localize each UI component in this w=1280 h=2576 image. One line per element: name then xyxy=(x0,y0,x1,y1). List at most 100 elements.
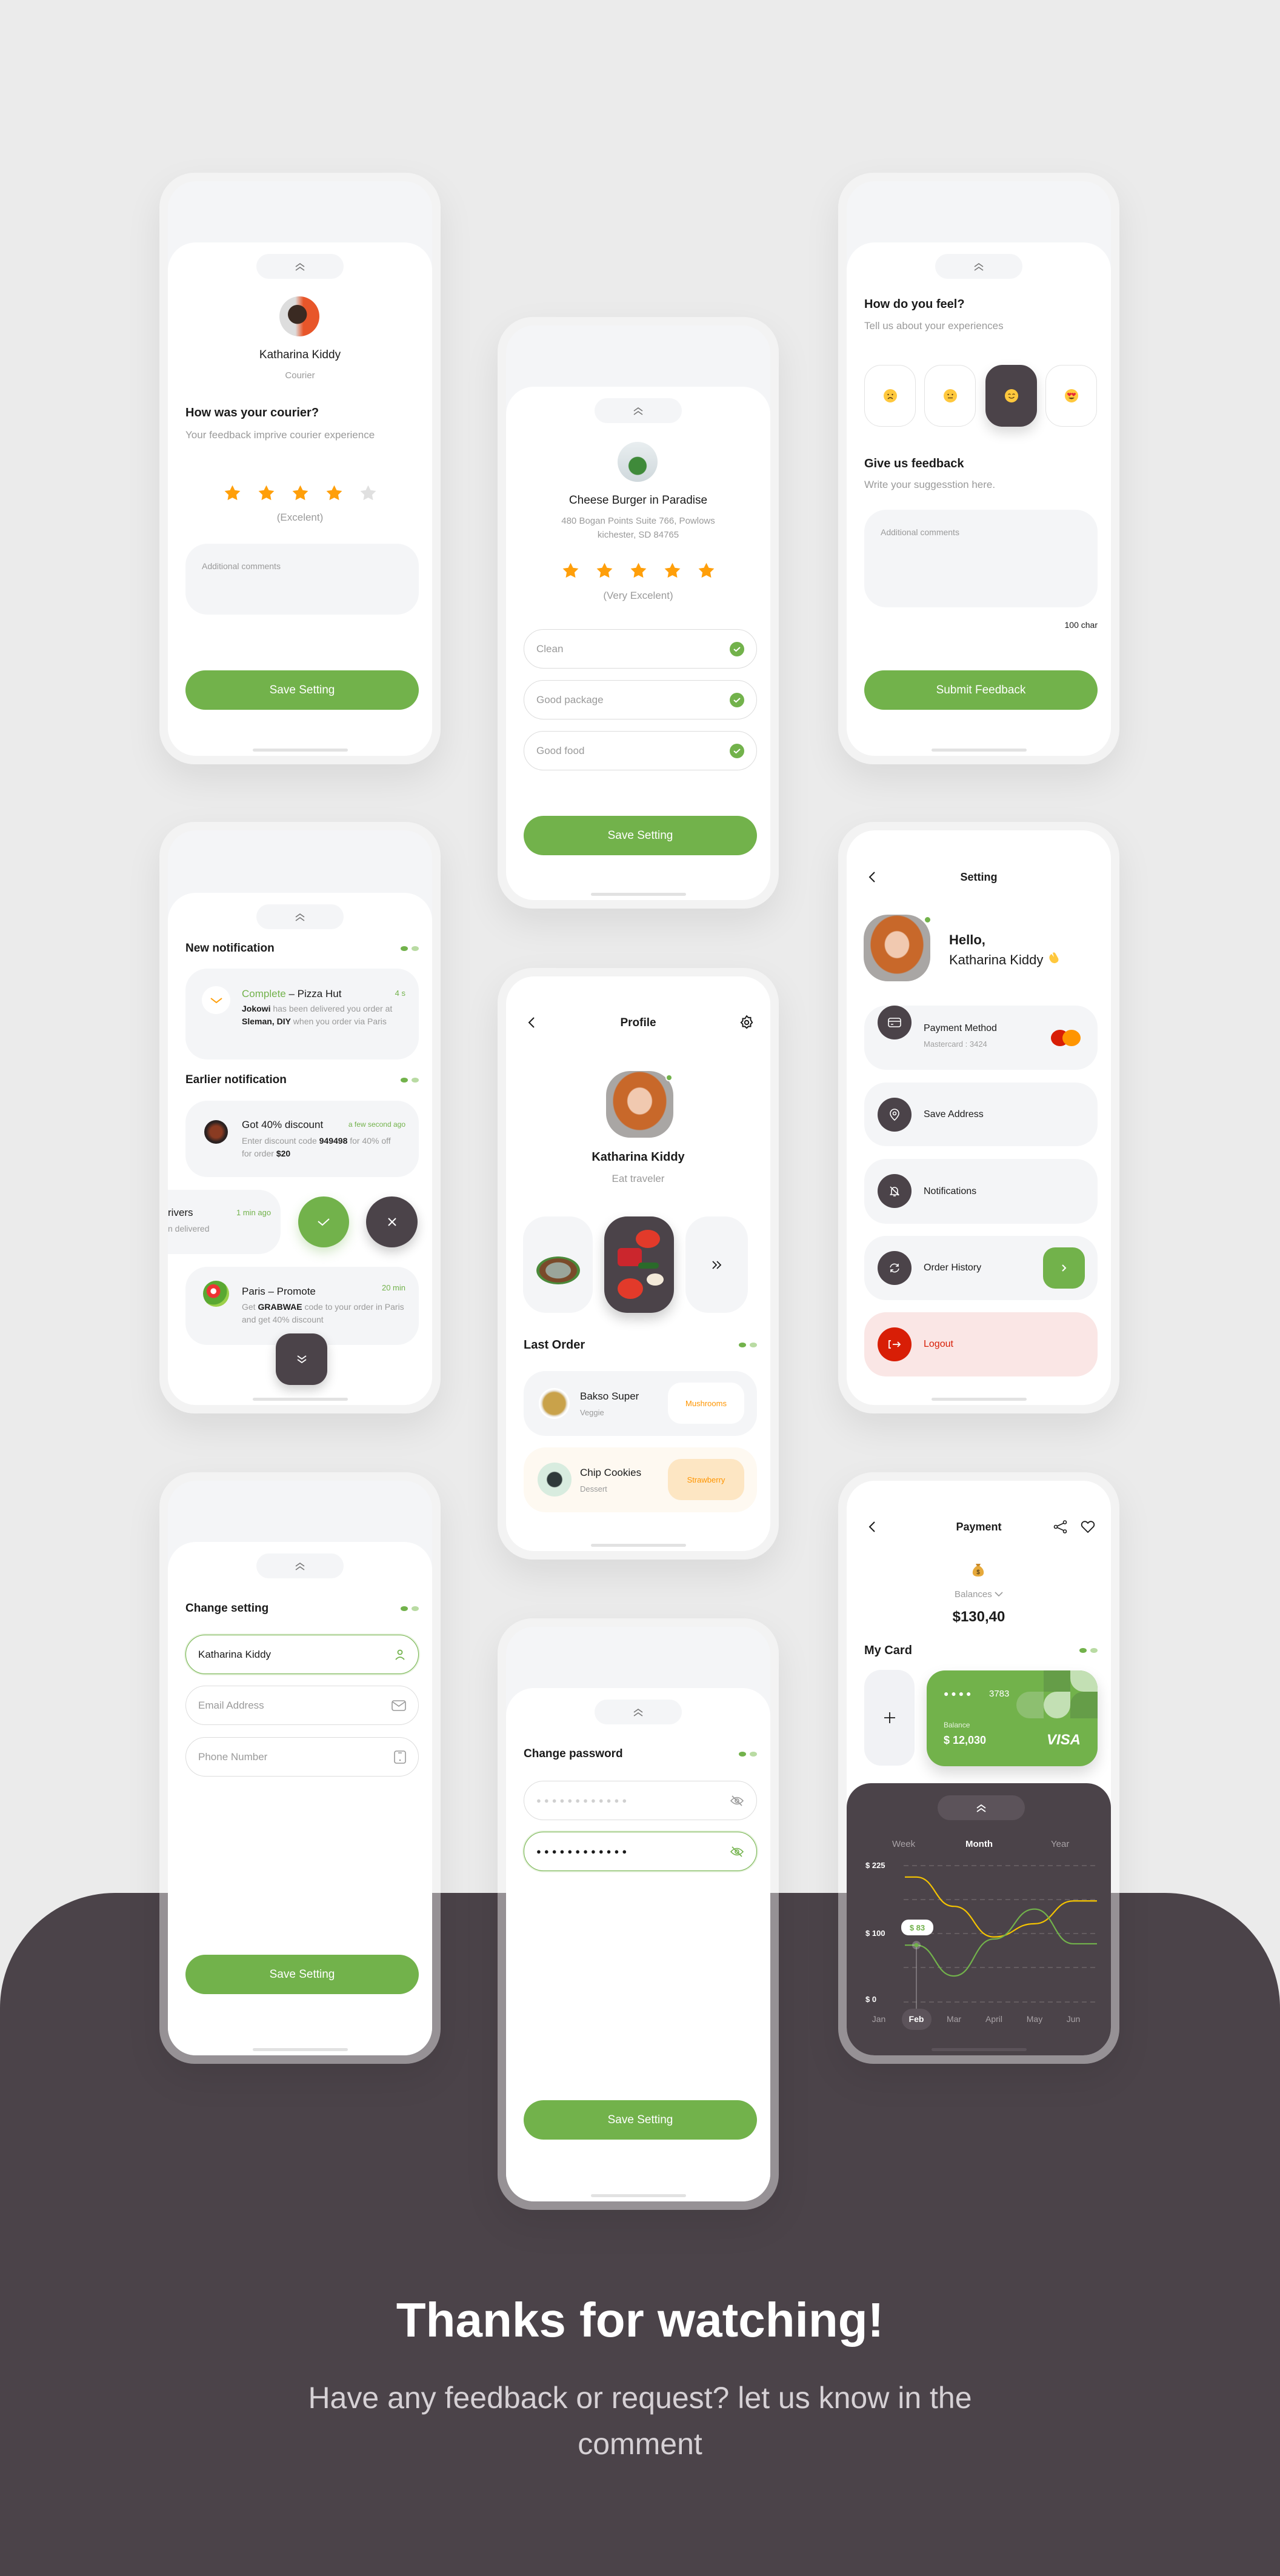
star-filled-icon[interactable] xyxy=(629,561,648,580)
name-value: Katharina Kiddy xyxy=(198,1648,272,1660)
settings-item-save-address[interactable]: Save Address xyxy=(864,1083,1098,1146)
mood-smiling-selected[interactable] xyxy=(985,365,1037,427)
x-tick-label[interactable]: Feb xyxy=(898,2015,935,2023)
phone-icon xyxy=(394,1750,406,1764)
last-order-heading: Last Order xyxy=(524,1338,585,1352)
feedback-placeholder: Additional comments xyxy=(881,527,959,537)
order-row[interactable]: Chip Cookies Dessert Strawberry xyxy=(524,1447,757,1512)
page-dots xyxy=(401,1606,419,1611)
email-field[interactable]: Email Address xyxy=(185,1686,419,1725)
phone-feedback: How do you feel? Tell us about your expe… xyxy=(838,173,1119,764)
eye-off-icon[interactable] xyxy=(730,1795,744,1807)
notification-body: Jokowi has been delivered you order at S… xyxy=(242,1003,408,1028)
food-thumbnail xyxy=(203,1281,229,1307)
new-password-field[interactable]: ●●●●●●●●●●●● xyxy=(524,1832,757,1871)
star-filled-icon[interactable] xyxy=(697,561,716,580)
sheet-handle[interactable] xyxy=(935,254,1022,279)
settings-item-order-history[interactable]: Order History xyxy=(864,1236,1098,1300)
credit-card-icon xyxy=(888,1018,901,1027)
mood-sad[interactable] xyxy=(864,365,916,427)
notification-card[interactable]: Got 40% discount a few second ago Enter … xyxy=(185,1101,419,1177)
current-password-field[interactable]: ●●●●●●●●●●●● xyxy=(524,1781,757,1820)
sheet-handle[interactable] xyxy=(256,254,344,279)
save-setting-button[interactable]: Save Setting xyxy=(185,670,419,710)
save-setting-button[interactable]: Save Setting xyxy=(524,816,757,855)
more-categories-button[interactable] xyxy=(685,1216,748,1313)
order-tag: Mushrooms xyxy=(668,1383,744,1424)
add-card-button[interactable] xyxy=(864,1670,915,1766)
settings-item-logout[interactable]: Logout xyxy=(864,1312,1098,1376)
tag-good-food[interactable]: Good food xyxy=(524,731,757,770)
phone-field[interactable]: Phone Number xyxy=(185,1737,419,1777)
star-filled-icon[interactable] xyxy=(561,561,580,580)
notification-card[interactable]: Complete – Pizza Hut 4 s Jokowi has been… xyxy=(185,969,419,1059)
order-row[interactable]: Bakso Super Veggie Mushrooms xyxy=(524,1371,757,1436)
balances-dropdown[interactable]: Balances xyxy=(847,1590,1111,1599)
name-field[interactable]: Katharina Kiddy xyxy=(185,1635,419,1674)
star-filled-icon[interactable] xyxy=(291,484,310,502)
chevrons-up-icon xyxy=(295,913,305,921)
courier-name: Katharina Kiddy xyxy=(259,349,341,361)
x-tick-label[interactable]: May xyxy=(1016,2015,1053,2023)
mood-neutral[interactable] xyxy=(924,365,976,427)
star-empty-icon[interactable] xyxy=(359,484,378,502)
restaurant-name: Cheese Burger in Paradise xyxy=(568,494,708,507)
notification-body: Enter discount code 949498 for 40% off f… xyxy=(242,1135,399,1160)
dismiss-button[interactable] xyxy=(366,1196,418,1247)
star-filled-icon[interactable] xyxy=(663,561,682,580)
chevrons-up-icon xyxy=(295,262,305,271)
category-tile-spices[interactable] xyxy=(523,1216,593,1313)
gear-icon[interactable] xyxy=(739,1015,755,1030)
eye-off-icon[interactable] xyxy=(730,1846,744,1858)
share-icon[interactable] xyxy=(1053,1520,1068,1533)
heart-icon[interactable] xyxy=(1081,1520,1095,1533)
footer-title: Thanks for watching! xyxy=(396,2293,884,2347)
star-filled-icon[interactable] xyxy=(223,484,242,502)
tag-good-package[interactable]: Good package xyxy=(524,680,757,719)
phone-restaurant-rating: Cheese Burger in Paradise 480 Bogan Poin… xyxy=(498,317,779,909)
sheet-handle[interactable] xyxy=(595,398,682,423)
x-tick-label[interactable]: April xyxy=(976,2015,1012,2023)
sad-face-icon xyxy=(883,389,897,402)
page-dots xyxy=(1079,1648,1098,1653)
body-text-part: Enter discount code xyxy=(242,1136,319,1146)
swiped-notification-card[interactable]: rivers 1 min ago n delivered xyxy=(168,1190,281,1254)
home-indicator xyxy=(253,2048,348,2051)
sheet-handle[interactable] xyxy=(256,1553,344,1578)
order-thumbnail xyxy=(539,1388,570,1419)
star-rating[interactable] xyxy=(168,484,432,502)
settings-item-notifications[interactable]: Notifications xyxy=(864,1159,1098,1224)
feedback-input[interactable]: Additional comments xyxy=(864,510,1098,607)
visa-card[interactable]: ● ● ● ● 3783 Balance $ 12,030 VISA xyxy=(927,1670,1098,1766)
x-tick-label[interactable]: Mar xyxy=(936,2015,972,2023)
settings-item-payment-method[interactable]: Payment Method Mastercard : 3424 xyxy=(864,1006,1098,1070)
tag-clean[interactable]: Clean xyxy=(524,629,757,669)
svg-text:$: $ xyxy=(976,1569,980,1576)
restaurant-image xyxy=(618,442,658,482)
order-history-open-button[interactable] xyxy=(1043,1247,1085,1289)
x-tick-label[interactable]: Jun xyxy=(1055,2015,1092,2023)
sheet-handle[interactable] xyxy=(595,1700,682,1724)
category-tile-vegetables-selected[interactable] xyxy=(604,1216,674,1313)
chart-tooltip: $ 83 xyxy=(901,1920,933,1936)
phone-payment: Payment $ Balances $130,40 My Card ● ● ●… xyxy=(838,1472,1119,2064)
save-setting-button[interactable]: Save Setting xyxy=(185,1955,419,1994)
sheet-handle[interactable] xyxy=(256,904,344,929)
submit-feedback-button[interactable]: Submit Feedback xyxy=(864,670,1098,710)
x-tick-label[interactable]: Jan xyxy=(861,2015,897,2023)
phone-courier-rating: Katharina Kiddy Courier How was your cou… xyxy=(159,173,441,764)
scroll-down-button[interactable] xyxy=(276,1333,327,1385)
notification-title: – Pizza Hut xyxy=(285,988,342,999)
star-filled-icon[interactable] xyxy=(595,561,614,580)
accept-button[interactable] xyxy=(298,1196,349,1247)
mood-heart-eyes[interactable] xyxy=(1045,365,1097,427)
star-filled-icon[interactable] xyxy=(257,484,276,502)
page-title: Profile xyxy=(620,1016,656,1029)
star-rating[interactable] xyxy=(506,561,770,580)
bell-off-icon xyxy=(889,1186,900,1196)
star-filled-icon[interactable] xyxy=(325,484,344,502)
comments-input[interactable]: Additional comments xyxy=(185,544,419,615)
section-heading: Change password xyxy=(524,1747,623,1760)
email-placeholder: Email Address xyxy=(198,1699,264,1711)
save-setting-button[interactable]: Save Setting xyxy=(524,2100,757,2140)
